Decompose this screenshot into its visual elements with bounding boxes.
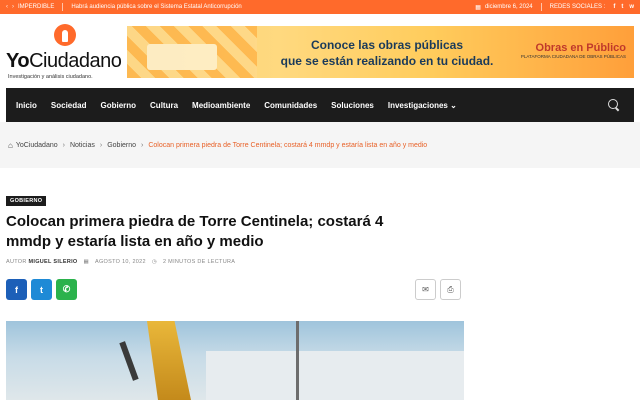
publish-date: AGOSTO 10, 2022 (95, 259, 146, 265)
whatsapp-icon: ✆ (62, 284, 71, 294)
breadcrumb-gobierno[interactable]: Gobierno (107, 142, 136, 149)
facebook-icon: f (15, 284, 18, 295)
nav-item-investigaciones[interactable]: Investigaciones ⌄ (388, 101, 457, 110)
chevron-right-icon: › (99, 141, 103, 149)
top-bar: ‹ › IMPERDIBLE Habrá audiencia pública s… (0, 0, 640, 14)
clock-icon: ◷ (151, 259, 157, 265)
banner-brand-sub: PLATAFORMA CIUDADANA DE OBRAS PÚBLICAS (520, 54, 626, 59)
nav-item-inicio[interactable]: Inicio (16, 101, 37, 110)
read-time: 2 MINUTOS DE LECTURA (163, 259, 236, 265)
printer-icon: ⎙ (447, 284, 454, 294)
email-button[interactable]: ✉ (415, 279, 436, 300)
banner-line-2: que se están realizando en tu ciudad. (280, 54, 494, 68)
author-info: AUTOR MIGUEL SILERIO (6, 259, 78, 265)
nav-item-medioambiente[interactable]: Medioambiente (192, 101, 250, 110)
article-meta: AUTOR MIGUEL SILERIO ▦ AGOSTO 10, 2022 ◷… (6, 259, 235, 265)
chevron-right-icon: › (141, 141, 144, 149)
author-name[interactable]: MIGUEL SILERIO (28, 259, 77, 265)
calendar-icon: ▦ (83, 259, 90, 265)
share-twitter-button[interactable]: t (31, 279, 52, 300)
share-whatsapp-button[interactable]: ✆ (56, 279, 77, 300)
social-label: REDES SOCIALES : (549, 4, 606, 10)
print-button[interactable]: ⎙ (440, 279, 461, 300)
nav-item-sociedad[interactable]: Sociedad (51, 101, 87, 110)
construction-illustration (127, 26, 257, 78)
ticker-label: IMPERDIBLE (18, 4, 55, 10)
search-icon[interactable] (608, 99, 620, 111)
banner-brand-name: Obras en Público (535, 42, 626, 54)
prev-icon[interactable]: ‹ (6, 4, 8, 10)
site-header: YoCiudadano Investigación y análisis ciu… (0, 14, 640, 88)
nav-item-gobierno[interactable]: Gobierno (100, 101, 136, 110)
breadcrumb-noticias[interactable]: Noticias (70, 142, 95, 149)
breadcrumb-home[interactable]: YoCiudadano (16, 142, 58, 149)
site-logo[interactable]: YoCiudadano Investigación y análisis ciu… (6, 24, 122, 84)
envelope-icon: ✉ (422, 285, 429, 294)
current-date: diciembre 6, 2024 (484, 4, 533, 10)
divider (540, 3, 542, 11)
breadcrumb-current: Colocan primera piedra de Torre Centinel… (148, 141, 428, 149)
category-badge[interactable]: GOBIERNO (6, 196, 47, 206)
banner-brand: Obras en Público PLATAFORMA CIUDADANA DE… (521, 42, 626, 59)
logo-mark-icon (54, 24, 76, 46)
logo-name: YoCiudadano (6, 50, 122, 72)
facebook-icon[interactable]: f (613, 4, 615, 10)
logo-tagline: Investigación y análisis ciudadano. (8, 74, 93, 80)
chevron-right-icon: › (62, 141, 65, 149)
share-buttons: f t ✆ (6, 279, 77, 300)
whatsapp-icon[interactable]: w (629, 4, 634, 10)
main-nav: Inicio Sociedad Gobierno Cultura Medioam… (6, 88, 634, 122)
ad-banner[interactable]: Conoce las obras públicas que se están r… (127, 26, 634, 78)
next-icon[interactable]: › (12, 4, 14, 10)
twitter-icon: t (40, 284, 43, 295)
share-facebook-button[interactable]: f (6, 279, 27, 300)
divider (62, 3, 64, 11)
banner-line-1: Conoce las obras públicas (310, 38, 464, 52)
home-icon[interactable]: ⌂ (8, 141, 13, 150)
article-title: Colocan primera piedra de Torre Centinel… (6, 213, 384, 250)
article-tools: ✉ ⎙ (415, 279, 461, 300)
ticker-headline[interactable]: Habrá audiencia pública sobre el Sistema… (71, 4, 241, 10)
calendar-icon: ▦ (475, 4, 481, 11)
article-featured-image (6, 321, 464, 400)
breadcrumb: ⌂ YoCiudadano › Noticias › Gobierno › Co… (0, 122, 640, 168)
nav-item-cultura[interactable]: Cultura (150, 101, 178, 110)
nav-item-comunidades[interactable]: Comunidades (264, 101, 317, 110)
nav-item-soluciones[interactable]: Soluciones (331, 101, 374, 110)
twitter-icon[interactable]: t (621, 4, 623, 10)
